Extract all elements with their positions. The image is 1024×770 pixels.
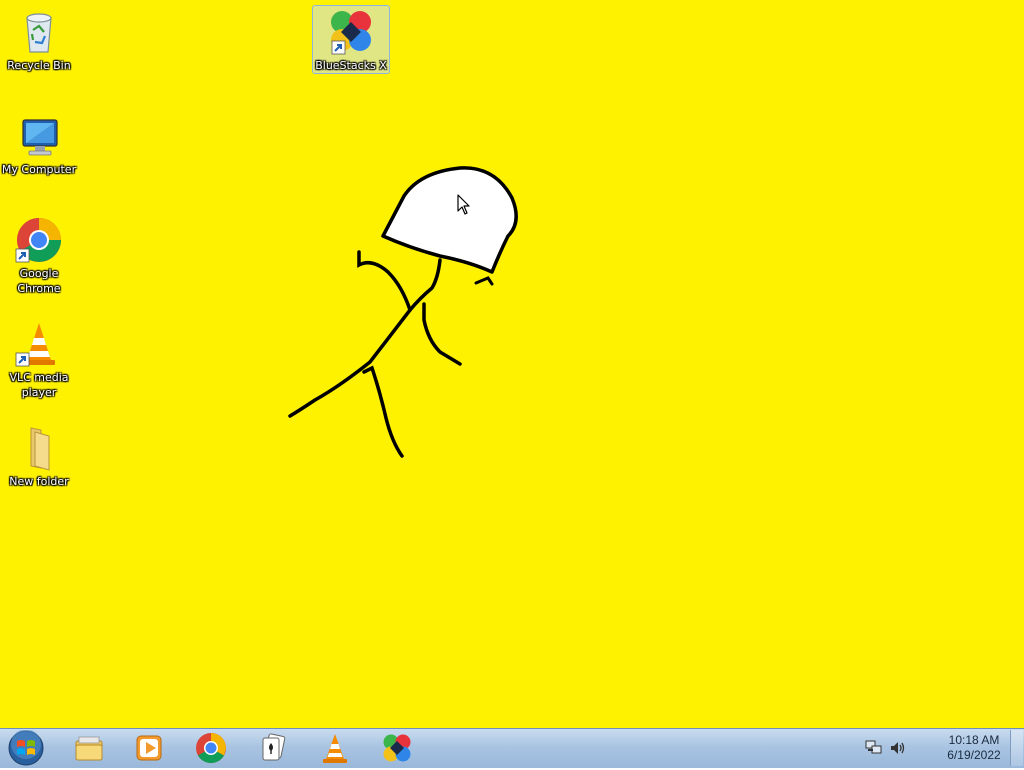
chrome-icon <box>15 218 61 263</box>
bluestacks-icon <box>383 734 411 762</box>
folder-icon <box>30 427 50 471</box>
taskbar: 10:18 AM 6/19/2022 <box>0 728 1024 768</box>
desktop-icon-label: My Computer <box>1 163 77 176</box>
recycle-bin-icon <box>26 13 52 53</box>
desktop-icon-label: Recycle Bin <box>7 59 71 72</box>
chrome-icon <box>196 733 226 764</box>
desktop[interactable]: Recycle Bin My Computer Google Chrome VL… <box>0 0 1024 728</box>
taskbar-button-file-explorer[interactable] <box>60 730 118 766</box>
network-icon[interactable] <box>865 740 883 756</box>
clock-time: 10:18 AM <box>948 733 1000 747</box>
vlc-icon <box>15 323 55 367</box>
bluestacks-icon <box>331 11 371 55</box>
desktop-icon-google-chrome[interactable]: Google Chrome <box>1 212 77 296</box>
taskbar-button-google-chrome[interactable] <box>182 730 240 766</box>
media-player-icon <box>136 735 162 761</box>
taskbar-button-media-player[interactable] <box>120 730 178 766</box>
desktop-icon-label: Google Chrome <box>17 267 61 295</box>
mouse-cursor-icon <box>457 194 470 215</box>
clock-date: 6/19/2022 <box>947 748 1001 762</box>
taskbar-button-bluestacks[interactable] <box>368 730 426 766</box>
vlc-icon <box>323 734 347 763</box>
desktop-icon-vlc-media-player[interactable]: VLC media player <box>1 316 77 400</box>
computer-icon <box>22 119 58 156</box>
cards-icon <box>262 733 286 761</box>
desktop-icon-label: VLC media player <box>9 371 69 399</box>
volume-icon[interactable] <box>889 740 907 756</box>
windows-start-icon <box>8 729 44 766</box>
show-desktop-button[interactable] <box>1010 730 1023 766</box>
folder-library-icon <box>75 736 103 761</box>
desktop-icon-recycle-bin[interactable]: Recycle Bin <box>1 4 77 73</box>
desktop-icon-new-folder[interactable]: New folder <box>1 420 77 489</box>
desktop-icon-label: New folder <box>9 475 69 488</box>
wallpaper-doodle <box>288 166 518 458</box>
taskbar-button-solitaire[interactable] <box>244 730 302 766</box>
start-button[interactable] <box>6 729 46 766</box>
desktop-icon-bluestacks-x[interactable]: BlueStacks X <box>312 5 390 74</box>
clock[interactable]: 10:18 AM 6/19/2022 <box>940 733 1008 763</box>
desktop-icon-label: BlueStacks X <box>315 59 387 72</box>
taskbar-button-vlc[interactable] <box>306 730 364 766</box>
desktop-icon-my-computer[interactable]: My Computer <box>1 108 77 177</box>
